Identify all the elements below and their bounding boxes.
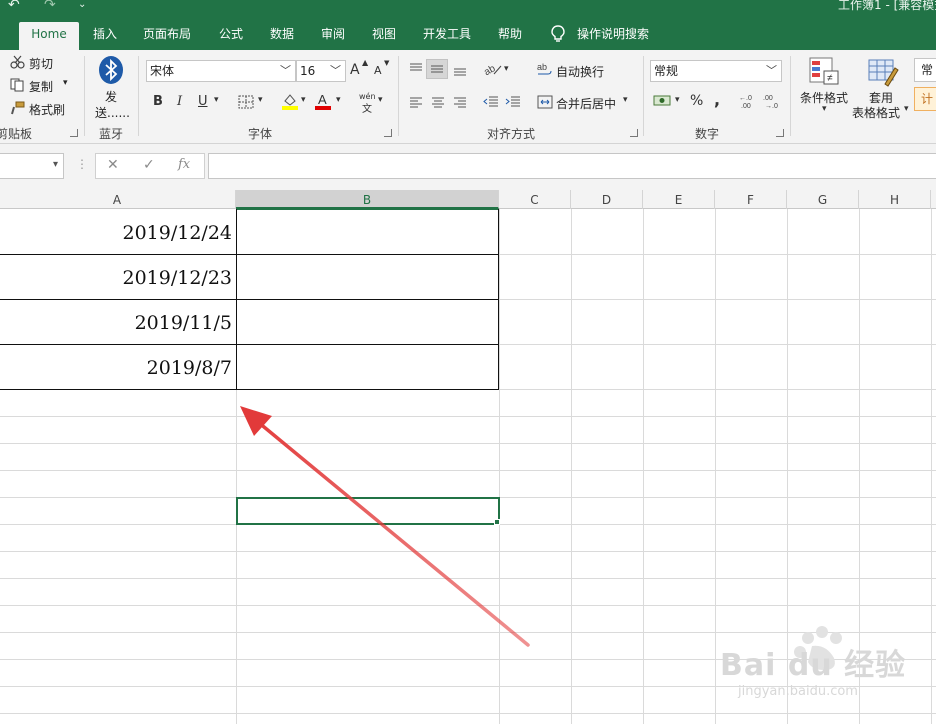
red-annotation-arrow	[240, 406, 530, 647]
watermark-brand: Bai du 经验	[720, 648, 907, 683]
watermark-url: jingyan.baidu.com	[738, 684, 858, 699]
